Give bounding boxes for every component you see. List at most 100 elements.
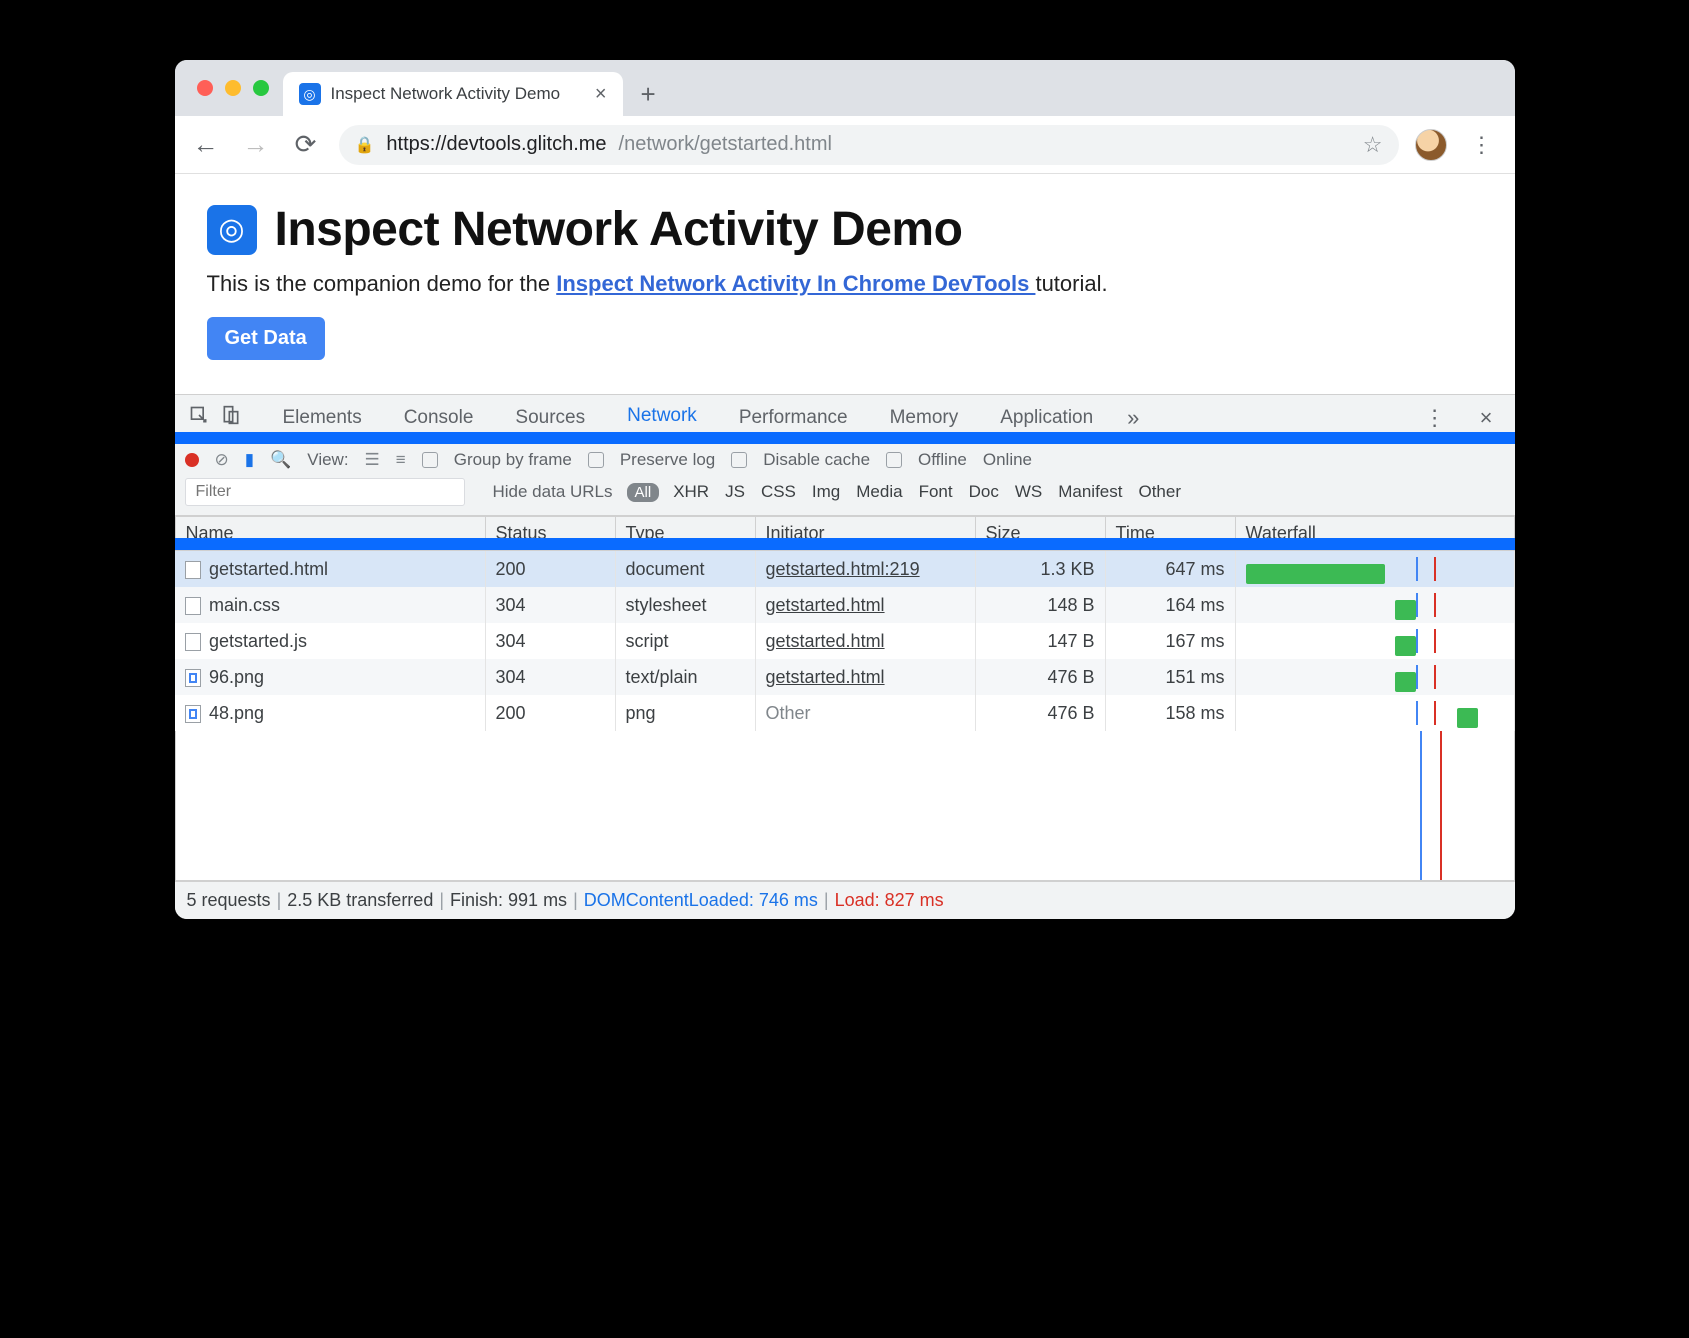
row-status: 304 <box>485 623 615 659</box>
new-tab-button[interactable]: + <box>623 72 674 116</box>
url-host: https://devtools.glitch.me <box>386 133 606 156</box>
profile-avatar[interactable] <box>1415 129 1447 161</box>
maximize-window-icon[interactable] <box>253 80 269 96</box>
filter-type-css[interactable]: CSS <box>761 482 796 502</box>
column-status[interactable]: Status <box>485 517 615 551</box>
filter-type-ws[interactable]: WS <box>1015 482 1042 502</box>
file-icon <box>185 561 201 579</box>
device-toggle-icon[interactable] <box>221 405 241 431</box>
column-waterfall[interactable]: Waterfall <box>1235 517 1514 551</box>
network-toolbar: ⊘ ▮ 🔍 View: ☰ ≡ Group by frame Preserve … <box>175 440 1515 516</box>
row-waterfall <box>1235 659 1514 695</box>
row-type: document <box>615 551 755 588</box>
column-size[interactable]: Size <box>975 517 1105 551</box>
clear-icon[interactable]: ⊘ <box>215 450 229 470</box>
column-name[interactable]: Name <box>175 517 485 551</box>
devtools-tab-application[interactable]: Application <box>982 395 1111 440</box>
filter-toggle-icon[interactable]: ▮ <box>245 450 254 470</box>
large-rows-icon[interactable]: ☰ <box>365 450 380 470</box>
chrome-menu-icon[interactable]: ⋮ <box>1463 132 1501 158</box>
bookmark-icon[interactable]: ☆ <box>1363 132 1383 158</box>
summary-transferred: 2.5 KB transferred <box>287 890 433 911</box>
filter-type-media[interactable]: Media <box>856 482 902 502</box>
row-type: stylesheet <box>615 587 755 623</box>
row-name: main.css <box>209 595 280 615</box>
row-size: 476 B <box>975 659 1105 695</box>
filter-type-font[interactable]: Font <box>919 482 953 502</box>
lock-icon: 🔒 <box>355 135 375 155</box>
table-row[interactable]: getstarted.js304scriptgetstarted.html147… <box>175 623 1514 659</box>
column-time[interactable]: Time <box>1105 517 1235 551</box>
row-time: 647 ms <box>1105 551 1235 588</box>
devtools-tab-sources[interactable]: Sources <box>497 395 603 440</box>
online-label: Online <box>983 450 1032 470</box>
filter-all-pill[interactable]: All <box>627 483 660 502</box>
filter-type-xhr[interactable]: XHR <box>673 482 709 502</box>
row-name: 96.png <box>209 667 264 687</box>
filter-type-img[interactable]: Img <box>812 482 840 502</box>
reload-button[interactable]: ⟳ <box>289 129 323 160</box>
forward-button[interactable]: → <box>239 129 273 160</box>
page-logo-icon: ◎ <box>207 205 257 255</box>
file-icon <box>185 705 201 723</box>
column-type[interactable]: Type <box>615 517 755 551</box>
devtools-tab-memory[interactable]: Memory <box>872 395 977 440</box>
group-by-frame-label: Group by frame <box>454 450 572 470</box>
table-row[interactable]: 48.png200pngOther476 B158 ms <box>175 695 1514 731</box>
table-row[interactable]: main.css304stylesheetgetstarted.html148 … <box>175 587 1514 623</box>
devtools-tab-performance[interactable]: Performance <box>721 395 866 440</box>
back-button[interactable]: ← <box>189 129 223 160</box>
filter-type-manifest[interactable]: Manifest <box>1058 482 1122 502</box>
filter-type-other[interactable]: Other <box>1138 482 1181 502</box>
inspect-icon[interactable] <box>189 405 209 431</box>
summary-load: Load: 827 ms <box>835 890 944 911</box>
row-time: 158 ms <box>1105 695 1235 731</box>
filter-type-doc[interactable]: Doc <box>969 482 999 502</box>
url-path: /network/getstarted.html <box>619 133 832 156</box>
tutorial-link[interactable]: Inspect Network Activity In Chrome DevTo… <box>556 271 1035 296</box>
devtools-menu-icon[interactable]: ⋮ <box>1414 405 1456 431</box>
devtools-tab-elements[interactable]: Elements <box>265 395 380 440</box>
search-icon[interactable]: 🔍 <box>270 450 291 470</box>
get-data-button[interactable]: Get Data <box>207 317 325 360</box>
initiator-link[interactable]: getstarted.html <box>766 631 885 651</box>
initiator-link[interactable]: getstarted.html <box>766 667 885 687</box>
row-type: text/plain <box>615 659 755 695</box>
devtools-overflow-icon[interactable]: » <box>1117 405 1149 431</box>
row-waterfall <box>1235 695 1514 731</box>
row-status: 304 <box>485 587 615 623</box>
column-initiator[interactable]: Initiator <box>755 517 975 551</box>
preserve-log-checkbox[interactable] <box>588 452 604 468</box>
address-bar[interactable]: 🔒 https://devtools.glitch.me/network/get… <box>339 125 1399 165</box>
table-row[interactable]: getstarted.html200documentgetstarted.htm… <box>175 551 1514 588</box>
preserve-log-label: Preserve log <box>620 450 715 470</box>
row-name: 48.png <box>209 703 264 723</box>
para-text-after: tutorial. <box>1035 271 1107 296</box>
filter-input[interactable] <box>185 478 465 506</box>
close-tab-icon[interactable]: × <box>595 83 607 106</box>
row-initiator: Other <box>755 695 975 731</box>
record-icon[interactable] <box>185 453 199 467</box>
favicon-icon: ◎ <box>299 83 321 105</box>
minimize-window-icon[interactable] <box>225 80 241 96</box>
group-by-frame-checkbox[interactable] <box>422 452 438 468</box>
devtools-tab-network[interactable]: Network <box>609 395 715 440</box>
initiator-link[interactable]: getstarted.html <box>766 595 885 615</box>
row-name: getstarted.js <box>209 631 307 651</box>
window-controls <box>189 60 283 116</box>
row-size: 147 B <box>975 623 1105 659</box>
initiator-link[interactable]: getstarted.html:219 <box>766 559 920 579</box>
view-label: View: <box>307 450 348 470</box>
browser-window: ◎ Inspect Network Activity Demo × + ← → … <box>175 60 1515 919</box>
offline-checkbox[interactable] <box>886 452 902 468</box>
small-rows-icon[interactable]: ≡ <box>396 450 406 470</box>
hide-data-urls-label: Hide data URLs <box>493 482 613 502</box>
devtools-tab-console[interactable]: Console <box>386 395 492 440</box>
browser-tab[interactable]: ◎ Inspect Network Activity Demo × <box>283 72 623 116</box>
devtools-close-icon[interactable]: × <box>1462 405 1501 431</box>
table-row[interactable]: 96.png304text/plaingetstarted.html476 B1… <box>175 659 1514 695</box>
close-window-icon[interactable] <box>197 80 213 96</box>
network-summary: 5 requests | 2.5 KB transferred | Finish… <box>175 881 1515 919</box>
filter-type-js[interactable]: JS <box>725 482 745 502</box>
disable-cache-checkbox[interactable] <box>731 452 747 468</box>
